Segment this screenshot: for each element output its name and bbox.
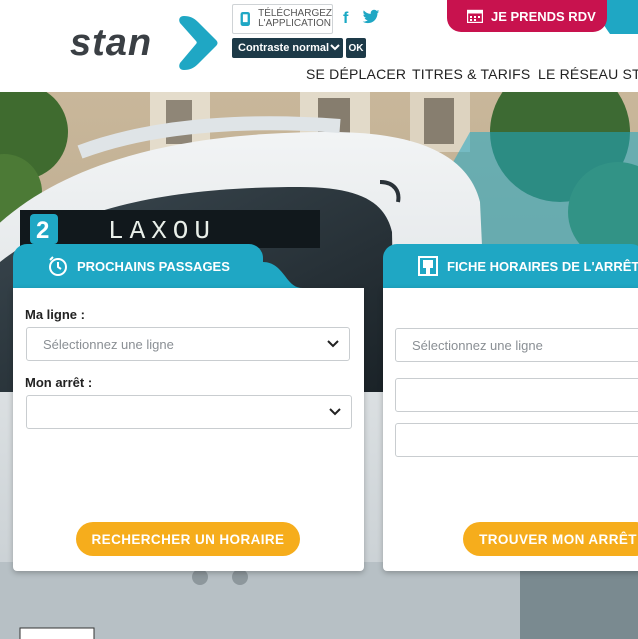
contrast-select[interactable]: Contraste normal: [232, 38, 343, 58]
site-header: stan TÉLÉCHARGEZ L'APPLICATION f Contras…: [0, 0, 638, 92]
line-label: Ma ligne :: [25, 307, 85, 322]
bus-destination-sign: LAXOU: [108, 216, 216, 246]
line-select[interactable]: Sélectionnez une ligne: [26, 327, 350, 361]
rdv-button[interactable]: JE PRENDS RDV: [447, 0, 607, 32]
panel-fiche-horaires: Sélectionnez une ligne TROUVER MON ARRÊT: [383, 288, 638, 571]
main-nav: SE DÉPLACER TITRES & TARIFS LE RÉSEAU ST…: [0, 66, 638, 86]
logo-text: stan: [70, 22, 153, 64]
facebook-icon[interactable]: f: [343, 10, 348, 28]
app-badge-line2: L'APPLICATION: [258, 18, 331, 29]
logo-arrow-icon: [179, 16, 218, 70]
bus-stop-icon: [418, 256, 438, 276]
bus-line-number: 2: [36, 217, 49, 244]
nav-item-le-reseau[interactable]: LE RÉSEAU STAN: [538, 66, 638, 82]
fiche-line-select-placeholder: Sélectionnez une ligne: [412, 337, 543, 353]
rdv-button-label: JE PRENDS RDV: [491, 8, 596, 24]
tab-prochains-passages-label: PROCHAINS PASSAGES: [77, 258, 230, 274]
fiche-stop-field[interactable]: [395, 378, 638, 412]
chevron-down-icon: [330, 44, 340, 51]
tab-prochains-passages[interactable]: PROCHAINS PASSAGES: [13, 244, 263, 288]
contrast-select-value: Contraste normal: [238, 42, 330, 54]
download-app-badge[interactable]: TÉLÉCHARGEZ L'APPLICATION: [232, 4, 333, 34]
tab-fiche-horaires[interactable]: FICHE HORAIRES DE L'ARRÊT: [383, 244, 638, 288]
twitter-icon[interactable]: [362, 9, 380, 25]
find-stop-button[interactable]: TROUVER MON ARRÊT: [463, 522, 638, 556]
tab-corner-decoration: [263, 262, 303, 288]
line-select-placeholder: Sélectionnez une ligne: [43, 336, 174, 352]
nav-item-se-deplacer[interactable]: SE DÉPLACER: [306, 66, 406, 82]
panel-prochains-passages: Ma ligne : Sélectionnez une ligne Mon ar…: [13, 288, 364, 571]
tab-fiche-horaires-label: FICHE HORAIRES DE L'ARRÊT: [447, 258, 638, 274]
clock-icon: [49, 256, 67, 276]
calendar-icon: [467, 9, 483, 23]
fiche-direction-field[interactable]: [395, 423, 638, 457]
search-schedule-button[interactable]: RECHERCHER UN HORAIRE: [76, 522, 300, 556]
chevron-down-icon: [329, 408, 341, 416]
stop-select[interactable]: [26, 395, 352, 429]
nav-item-titres-tarifs[interactable]: TITRES & TARIFS: [412, 66, 530, 82]
fiche-line-select[interactable]: Sélectionnez une ligne: [395, 328, 638, 362]
smartphone-icon: [240, 11, 250, 27]
contrast-ok-button[interactable]: OK: [346, 38, 366, 58]
chevron-down-icon: [327, 340, 339, 348]
stop-label: Mon arrêt :: [25, 375, 93, 390]
stan-logo[interactable]: stan: [70, 14, 220, 74]
